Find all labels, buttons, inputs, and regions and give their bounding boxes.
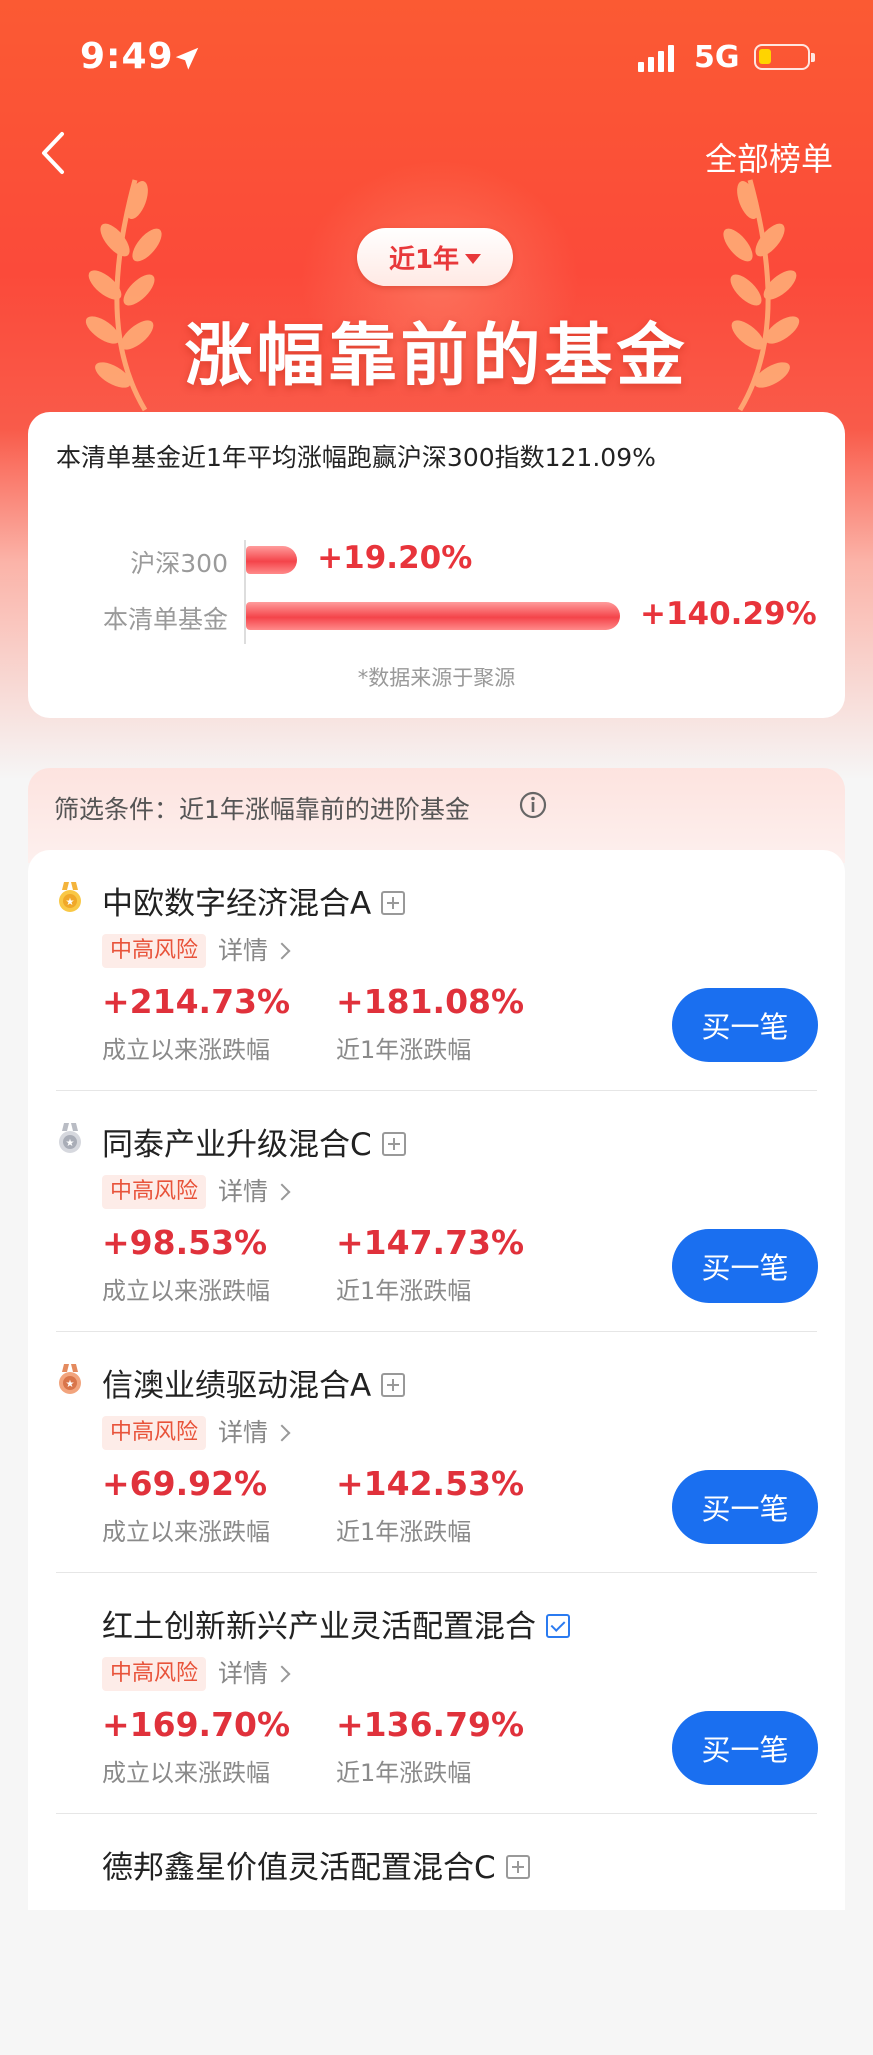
status-bar: 9:49 5G <box>0 0 873 110</box>
bar-value-hs300: +19.20% <box>317 540 473 576</box>
detail-link[interactable]: 详情 <box>218 1657 291 1691</box>
buy-button[interactable]: 买一笔 <box>672 1229 818 1303</box>
fund-list: ★ 中欧数字经济混合A 中高风险 详情 +214.73% 成立以来涨跌幅 +18… <box>28 850 845 1910</box>
battery-icon <box>754 44 815 70</box>
detail-link[interactable]: 详情 <box>218 1175 291 1209</box>
network-type: 5G <box>694 40 740 75</box>
chevron-right-icon <box>273 1424 291 1442</box>
chevron-right-icon <box>273 1665 291 1683</box>
risk-badge: 中高风险 <box>102 1657 207 1691</box>
bar-label-hs300: 沪深300 <box>130 549 228 578</box>
caret-down-icon <box>465 254 482 264</box>
since-inception-label: 成立以来涨跌幅 <box>102 1277 270 1305</box>
bar-hs300 <box>246 546 298 574</box>
risk-badge: 中高风险 <box>102 1416 207 1450</box>
fund-name[interactable]: 红土创新新兴产业灵活配置混合 <box>102 1601 570 1646</box>
one-year-return: +142.53% <box>336 1464 525 1503</box>
fund-name[interactable]: 同泰产业升级混合C <box>102 1119 406 1164</box>
added-watchlist-check-icon[interactable] <box>546 1613 570 1638</box>
since-inception-label: 成立以来涨跌幅 <box>102 1518 270 1546</box>
fund-item[interactable]: ★ 信澳业绩驱动混合A 中高风险 详情 +69.92% 成立以来涨跌幅 +142… <box>28 1332 845 1573</box>
info-icon[interactable] <box>518 790 548 820</box>
since-inception-return: +69.92% <box>102 1464 268 1503</box>
since-inception-return: +169.70% <box>102 1705 291 1744</box>
location-arrow-icon <box>175 47 199 70</box>
add-watchlist-icon[interactable] <box>381 1131 406 1156</box>
add-watchlist-icon[interactable] <box>381 890 406 915</box>
svg-text:★: ★ <box>66 1379 75 1390</box>
one-year-return: +181.08% <box>336 982 525 1021</box>
fund-item[interactable]: ★ 中欧数字经济混合A 中高风险 详情 +214.73% 成立以来涨跌幅 +18… <box>28 850 845 1091</box>
since-inception-return: +214.73% <box>102 982 291 1021</box>
since-inception-return: +98.53% <box>102 1223 268 1262</box>
since-inception-label: 成立以来涨跌幅 <box>102 1036 270 1064</box>
one-year-return: +147.73% <box>336 1223 525 1262</box>
period-label: 近1年 <box>388 244 460 275</box>
fund-name[interactable]: 中欧数字经济混合A <box>102 878 406 923</box>
detail-link[interactable]: 详情 <box>218 934 291 968</box>
svg-text:★: ★ <box>66 1138 75 1149</box>
risk-badge: 中高风险 <box>102 934 207 968</box>
fund-item[interactable]: 德邦鑫星价值灵活配置混合C <box>28 1814 845 2055</box>
period-selector[interactable]: 近1年 <box>357 228 513 286</box>
filter-bar: 筛选条件：近1年涨幅靠前的进阶基金 <box>28 768 845 863</box>
summary-text: 本清单基金近1年平均涨幅跑赢沪深300指数121.09% <box>56 443 656 472</box>
back-chevron-icon[interactable] <box>36 128 70 178</box>
one-year-return: +136.79% <box>336 1705 525 1744</box>
one-year-label: 近1年涨跌幅 <box>336 1036 472 1064</box>
bar-value-fund-list: +140.29% <box>640 596 817 632</box>
bronze-medal-icon: ★ <box>59 1364 81 1394</box>
gold-medal-icon: ★ <box>59 882 81 912</box>
one-year-label: 近1年涨跌幅 <box>336 1518 472 1546</box>
fund-name[interactable]: 德邦鑫星价值灵活配置混合C <box>102 1842 530 1887</box>
one-year-label: 近1年涨跌幅 <box>336 1759 472 1787</box>
chevron-right-icon <box>273 942 291 960</box>
silver-medal-icon: ★ <box>59 1123 81 1153</box>
bar-label-fund-list: 本清单基金 <box>102 605 228 634</box>
add-watchlist-icon[interactable] <box>381 1372 406 1397</box>
risk-badge: 中高风险 <box>102 1175 207 1209</box>
add-watchlist-icon[interactable] <box>505 1854 530 1879</box>
status-time: 9:49 <box>80 36 174 77</box>
detail-link[interactable]: 详情 <box>218 1416 291 1450</box>
svg-text:★: ★ <box>66 897 75 908</box>
bar-fund-list <box>246 602 620 630</box>
buy-button[interactable]: 买一笔 <box>672 1470 818 1544</box>
fund-name[interactable]: 信澳业绩驱动混合A <box>102 1360 406 1405</box>
one-year-label: 近1年涨跌幅 <box>336 1277 472 1305</box>
chevron-right-icon <box>273 1183 291 1201</box>
summary-card: 本清单基金近1年平均涨幅跑赢沪深300指数121.09% 沪深300 +19.2… <box>28 412 845 718</box>
fund-item[interactable]: ★ 同泰产业升级混合C 中高风险 详情 +98.53% 成立以来涨跌幅 +147… <box>28 1091 845 1332</box>
filter-conditions: 筛选条件：近1年涨幅靠前的进阶基金 <box>54 795 470 824</box>
since-inception-label: 成立以来涨跌幅 <box>102 1759 270 1787</box>
buy-button[interactable]: 买一笔 <box>672 1711 818 1785</box>
page-title: 涨幅靠前的基金 <box>184 317 689 396</box>
data-source-note: *数据来源于聚源 <box>357 666 516 690</box>
buy-button[interactable]: 买一笔 <box>672 988 818 1062</box>
cellular-signal-icon <box>638 45 674 72</box>
fund-item[interactable]: 红土创新新兴产业灵活配置混合 中高风险 详情 +169.70% 成立以来涨跌幅 … <box>28 1573 845 1814</box>
